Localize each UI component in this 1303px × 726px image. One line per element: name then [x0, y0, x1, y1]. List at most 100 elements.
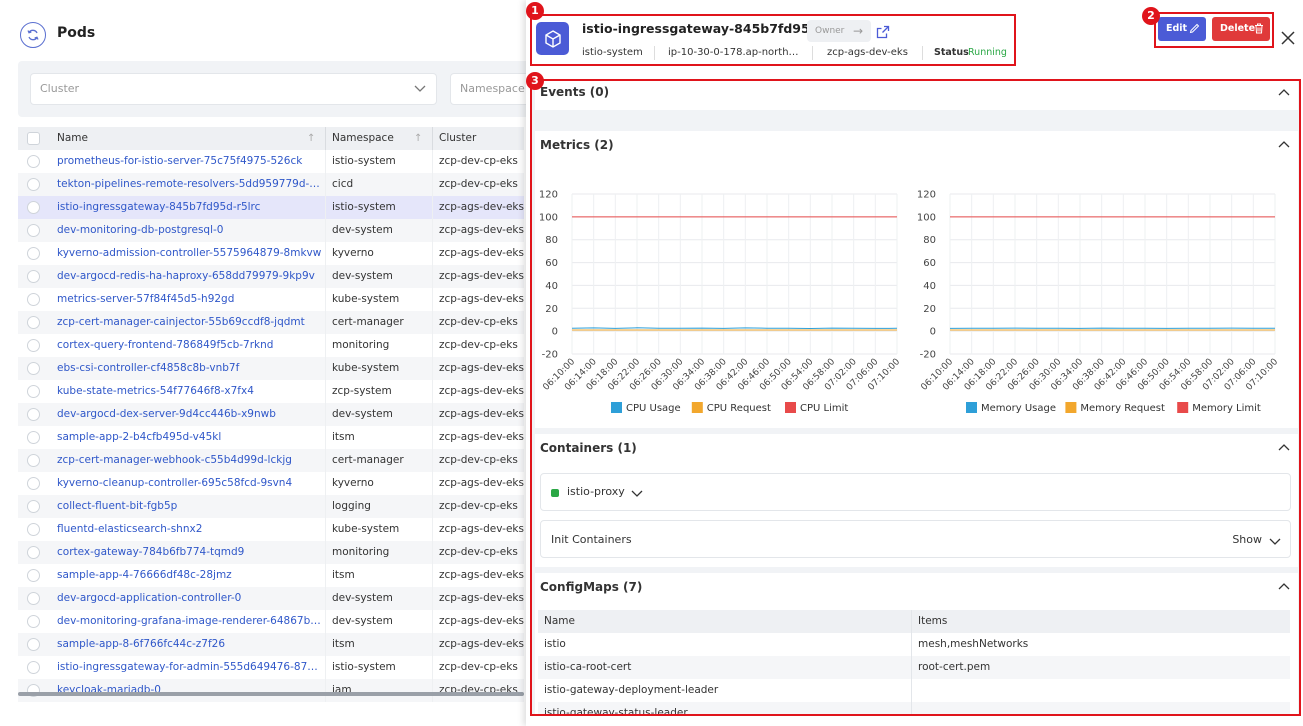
table-row[interactable]: istio-ingressgateway-845b7fd95d-r5lrc ist…: [18, 196, 524, 219]
table-row[interactable]: collect-fluent-bit-fgb5p logging zcp-dev-c…: [18, 495, 524, 518]
pod-name-link[interactable]: zcp-cert-manager-cainjector-55b69ccdf8-j…: [57, 311, 322, 334]
row-checkbox[interactable]: [27, 431, 40, 444]
refresh-icon[interactable]: [20, 22, 46, 48]
table-row[interactable]: prometheus-for-istio-server-75c75f4975-5…: [18, 150, 524, 173]
configmap-name[interactable]: istio-gateway-status-leader: [544, 702, 688, 714]
table-row[interactable]: istio mesh,meshNetworks: [538, 633, 1290, 656]
sort-arrow-icon[interactable]: ↑: [307, 127, 315, 150]
table-row[interactable]: istio-ingressgateway-for-admin-555d64947…: [18, 656, 524, 679]
pod-name-link[interactable]: sample-app-4-76666df48c-28jmz: [57, 564, 322, 587]
row-checkbox[interactable]: [27, 270, 40, 283]
container-item[interactable]: istio-proxy: [540, 473, 1291, 511]
configmap-name[interactable]: istio-gateway-deployment-leader: [544, 679, 718, 702]
row-checkbox[interactable]: [27, 477, 40, 490]
row-checkbox[interactable]: [27, 592, 40, 605]
table-row[interactable]: dev-monitoring-db-postgresql-0 dev-system…: [18, 219, 524, 242]
close-icon[interactable]: [1280, 30, 1296, 46]
pod-name-link[interactable]: dev-argocd-dex-server-9d4cc446b-x9nwb: [57, 403, 322, 426]
pod-name-link[interactable]: istio-ingressgateway-for-admin-555d64947…: [57, 656, 322, 679]
pod-name-link[interactable]: kyverno-cleanup-controller-695c58fcd-9sv…: [57, 472, 322, 495]
cluster-filter-select[interactable]: Cluster: [30, 73, 437, 105]
chevron-up-icon[interactable]: [1278, 581, 1290, 593]
table-row[interactable]: metrics-server-57f84f45d5-h92gd kube-syst…: [18, 288, 524, 311]
pod-name-link[interactable]: istio-ingressgateway-845b7fd95d-r5lrc: [57, 196, 322, 219]
row-checkbox[interactable]: [27, 385, 40, 398]
events-section[interactable]: Events (0): [535, 81, 1298, 110]
pod-name-link[interactable]: tekton-pipelines-remote-resolvers-5dd959…: [57, 173, 322, 196]
table-row[interactable]: istio-gateway-status-leader: [538, 702, 1290, 714]
owner-button[interactable]: Owner →: [807, 20, 871, 42]
table-row[interactable]: kyverno-admission-controller-5575964879-…: [18, 242, 524, 265]
chevron-up-icon[interactable]: [1278, 442, 1290, 454]
table-row[interactable]: cortex-gateway-784b6fb774-tqmd9 monitorin…: [18, 541, 524, 564]
row-checkbox[interactable]: [27, 615, 40, 628]
chevron-up-icon[interactable]: [1278, 87, 1290, 99]
table-row[interactable]: sample-app-4-76666df48c-28jmz itsm zcp-ags…: [18, 564, 524, 587]
delete-button[interactable]: Delete: [1212, 17, 1270, 41]
table-row[interactable]: sample-app-8-6f766fc44c-z7f26 itsm zcp-ags…: [18, 633, 524, 656]
column-header-name[interactable]: Name: [57, 127, 322, 150]
pod-name-link[interactable]: dev-argocd-redis-ha-haproxy-658dd79979-9…: [57, 265, 322, 288]
table-row[interactable]: dev-argocd-dex-server-9d4cc446b-x9nwb dev…: [18, 403, 524, 426]
chevron-down-icon[interactable]: [1269, 535, 1281, 547]
configmap-name[interactable]: istio-ca-root-cert: [544, 656, 631, 679]
row-checkbox[interactable]: [27, 500, 40, 513]
pod-name-link[interactable]: metrics-server-57f84f45d5-h92gd: [57, 288, 322, 311]
pod-name-link[interactable]: sample-app-8-6f766fc44c-z7f26: [57, 633, 322, 656]
row-checkbox[interactable]: [27, 247, 40, 260]
table-row[interactable]: kyverno-cleanup-controller-695c58fcd-9sv…: [18, 472, 524, 495]
row-checkbox[interactable]: [27, 454, 40, 467]
table-row[interactable]: fluentd-elasticsearch-shnx2 kube-system zc…: [18, 518, 524, 541]
column-header-cluster[interactable]: Cluster: [439, 127, 524, 150]
select-all-checkbox[interactable]: [27, 132, 40, 145]
table-row[interactable]: dev-argocd-redis-ha-haproxy-658dd79979-9…: [18, 265, 524, 288]
row-checkbox[interactable]: [27, 661, 40, 674]
pod-name-link[interactable]: prometheus-for-istio-server-75c75f4975-5…: [57, 150, 322, 173]
row-checkbox[interactable]: [27, 546, 40, 559]
pod-name-link[interactable]: dev-argocd-application-controller-0: [57, 587, 322, 610]
table-row[interactable]: sample-app-2-b4cfb495d-v45kl itsm zcp-ags-…: [18, 426, 524, 449]
table-row[interactable]: zcp-cert-manager-webhook-c55b4d99d-lckjg…: [18, 449, 524, 472]
pod-name-link[interactable]: sample-app-2-b4cfb495d-v45kl: [57, 426, 322, 449]
row-checkbox[interactable]: [27, 316, 40, 329]
table-row[interactable]: ebs-csi-controller-cf4858c8b-vnb7f kube-s…: [18, 357, 524, 380]
table-row[interactable]: istio-ca-root-cert root-cert.pem: [538, 656, 1290, 679]
pod-name-link[interactable]: kyverno-admission-controller-5575964879-…: [57, 242, 322, 265]
chevron-down-icon[interactable]: [631, 487, 643, 499]
configmap-name[interactable]: istio: [544, 633, 566, 656]
table-row[interactable]: cortex-query-frontend-786849f5cb-7rknd mo…: [18, 334, 524, 357]
row-checkbox[interactable]: [27, 408, 40, 421]
edit-button[interactable]: Edit: [1158, 17, 1206, 41]
table-row[interactable]: kube-state-metrics-54f77646f8-x7fx4 zcp-s…: [18, 380, 524, 403]
external-link-icon[interactable]: [876, 24, 890, 39]
pod-name-link[interactable]: kube-state-metrics-54f77646f8-x7fx4: [57, 380, 322, 403]
row-checkbox[interactable]: [27, 201, 40, 214]
pod-name-link[interactable]: zcp-cert-manager-webhook-c55b4d99d-lckjg: [57, 449, 322, 472]
row-checkbox[interactable]: [27, 339, 40, 352]
pod-name-link[interactable]: ebs-csi-controller-cf4858c8b-vnb7f: [57, 357, 322, 380]
row-checkbox[interactable]: [27, 362, 40, 375]
init-containers-show-button[interactable]: Show: [1232, 533, 1262, 546]
pod-name-link[interactable]: cortex-query-frontend-786849f5cb-7rknd: [57, 334, 322, 357]
pod-name-link[interactable]: collect-fluent-bit-fgb5p: [57, 495, 322, 518]
row-checkbox[interactable]: [27, 155, 40, 168]
column-header-namespace[interactable]: Namespace: [332, 127, 427, 150]
table-row[interactable]: istio-gateway-deployment-leader: [538, 679, 1290, 702]
pod-name-link[interactable]: fluentd-elasticsearch-shnx2: [57, 518, 322, 541]
row-checkbox[interactable]: [27, 638, 40, 651]
chevron-up-icon[interactable]: [1278, 139, 1290, 151]
init-containers-row[interactable]: Init Containers Show: [540, 520, 1291, 558]
table-row[interactable]: zcp-cert-manager-cainjector-55b69ccdf8-j…: [18, 311, 524, 334]
table-row[interactable]: keycloak-mariadb-0 iam zcp-dev-cp-eks: [18, 679, 524, 702]
pod-name-link[interactable]: dev-monitoring-grafana-image-renderer-64…: [57, 610, 322, 633]
table-row[interactable]: tekton-pipelines-remote-resolvers-5dd959…: [18, 173, 524, 196]
pod-name-link[interactable]: keycloak-mariadb-0: [57, 679, 322, 702]
row-checkbox[interactable]: [27, 178, 40, 191]
row-checkbox[interactable]: [27, 523, 40, 536]
table-row[interactable]: dev-monitoring-grafana-image-renderer-64…: [18, 610, 524, 633]
row-checkbox[interactable]: [27, 224, 40, 237]
sort-arrow-icon[interactable]: ↑: [414, 127, 422, 150]
row-checkbox[interactable]: [27, 293, 40, 306]
horizontal-scrollbar[interactable]: [18, 692, 524, 696]
row-checkbox[interactable]: [27, 569, 40, 582]
